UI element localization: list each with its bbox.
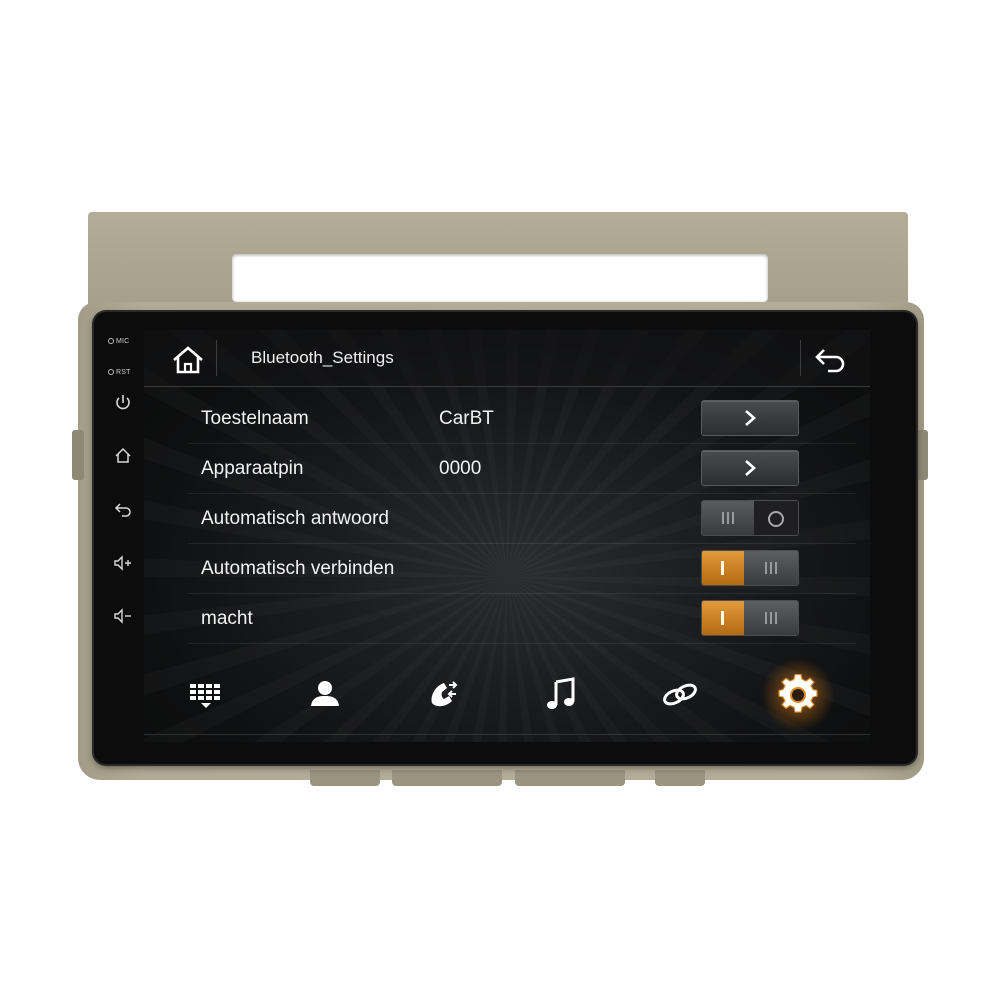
setting-label: Toestelnaam xyxy=(201,408,309,429)
power-icon[interactable] xyxy=(112,392,134,414)
bezel-slot xyxy=(232,254,768,302)
toggle-knob xyxy=(744,551,798,585)
auto-answer-toggle[interactable] xyxy=(701,500,799,536)
toggle-on-indicator xyxy=(702,551,744,585)
bezel-tab xyxy=(655,770,705,786)
setting-value: 0000 xyxy=(439,458,482,479)
settings-icon xyxy=(778,673,818,713)
product-photo: MIC RST Bluetooth_Settings Toestelnaam C… xyxy=(0,0,1000,1000)
bezel-tab xyxy=(515,770,625,786)
chevron-right-icon xyxy=(745,410,756,426)
mic-label: MIC xyxy=(108,338,129,345)
volume-down-icon[interactable] xyxy=(112,605,134,627)
setting-row-auto-connect: Automatisch verbinden xyxy=(188,544,856,594)
header-divider xyxy=(216,340,217,376)
setting-label: Automatisch verbinden xyxy=(201,558,395,579)
bezel-clip-left xyxy=(72,430,84,480)
call-log-icon[interactable] xyxy=(418,670,468,720)
contacts-icon[interactable] xyxy=(300,670,350,720)
chevron-right-icon xyxy=(745,460,756,476)
auto-connect-toggle[interactable] xyxy=(701,550,799,586)
setting-row-power: macht xyxy=(188,594,856,644)
header-divider xyxy=(800,340,801,376)
reset-button[interactable]: RST xyxy=(108,369,131,376)
edit-device-name-button[interactable] xyxy=(701,400,799,436)
toggle-knob xyxy=(744,601,798,635)
header-bar: Bluetooth_Settings xyxy=(144,330,870,387)
dock-divider xyxy=(144,734,870,735)
setting-label: Automatisch antwoord xyxy=(201,508,389,529)
screen: Bluetooth_Settings Toestelnaam CarBT App… xyxy=(144,330,870,742)
settings-dock-item[interactable] xyxy=(761,658,835,732)
link-icon[interactable] xyxy=(655,670,705,720)
bottom-dock xyxy=(144,656,870,734)
toggle-knob xyxy=(702,501,754,535)
setting-row-auto-answer: Automatisch antwoord xyxy=(188,494,856,544)
home-icon[interactable] xyxy=(164,342,212,378)
bezel-tab xyxy=(310,770,380,786)
setting-value: CarBT xyxy=(439,408,494,429)
setting-label: macht xyxy=(201,608,253,629)
power-toggle[interactable] xyxy=(701,600,799,636)
edit-device-pin-button[interactable] xyxy=(701,450,799,486)
toggle-on-indicator xyxy=(702,601,744,635)
setting-row-device-pin: Apparaatpin 0000 xyxy=(188,444,856,494)
setting-label: Apparaatpin xyxy=(201,458,304,479)
volume-up-icon[interactable] xyxy=(112,552,134,574)
bezel-clip-right xyxy=(916,430,928,480)
music-icon[interactable] xyxy=(537,670,587,720)
return-icon[interactable] xyxy=(808,342,852,378)
back-icon[interactable] xyxy=(112,498,134,520)
page-title: Bluetooth_Settings xyxy=(251,348,394,367)
hardkey-column: MIC RST xyxy=(104,332,144,632)
toggle-off-indicator xyxy=(754,501,798,535)
dialpad-icon[interactable] xyxy=(181,670,231,720)
setting-row-device-name: Toestelnaam CarBT xyxy=(188,394,856,444)
bezel-tab xyxy=(392,770,502,786)
home-icon[interactable] xyxy=(112,445,134,467)
